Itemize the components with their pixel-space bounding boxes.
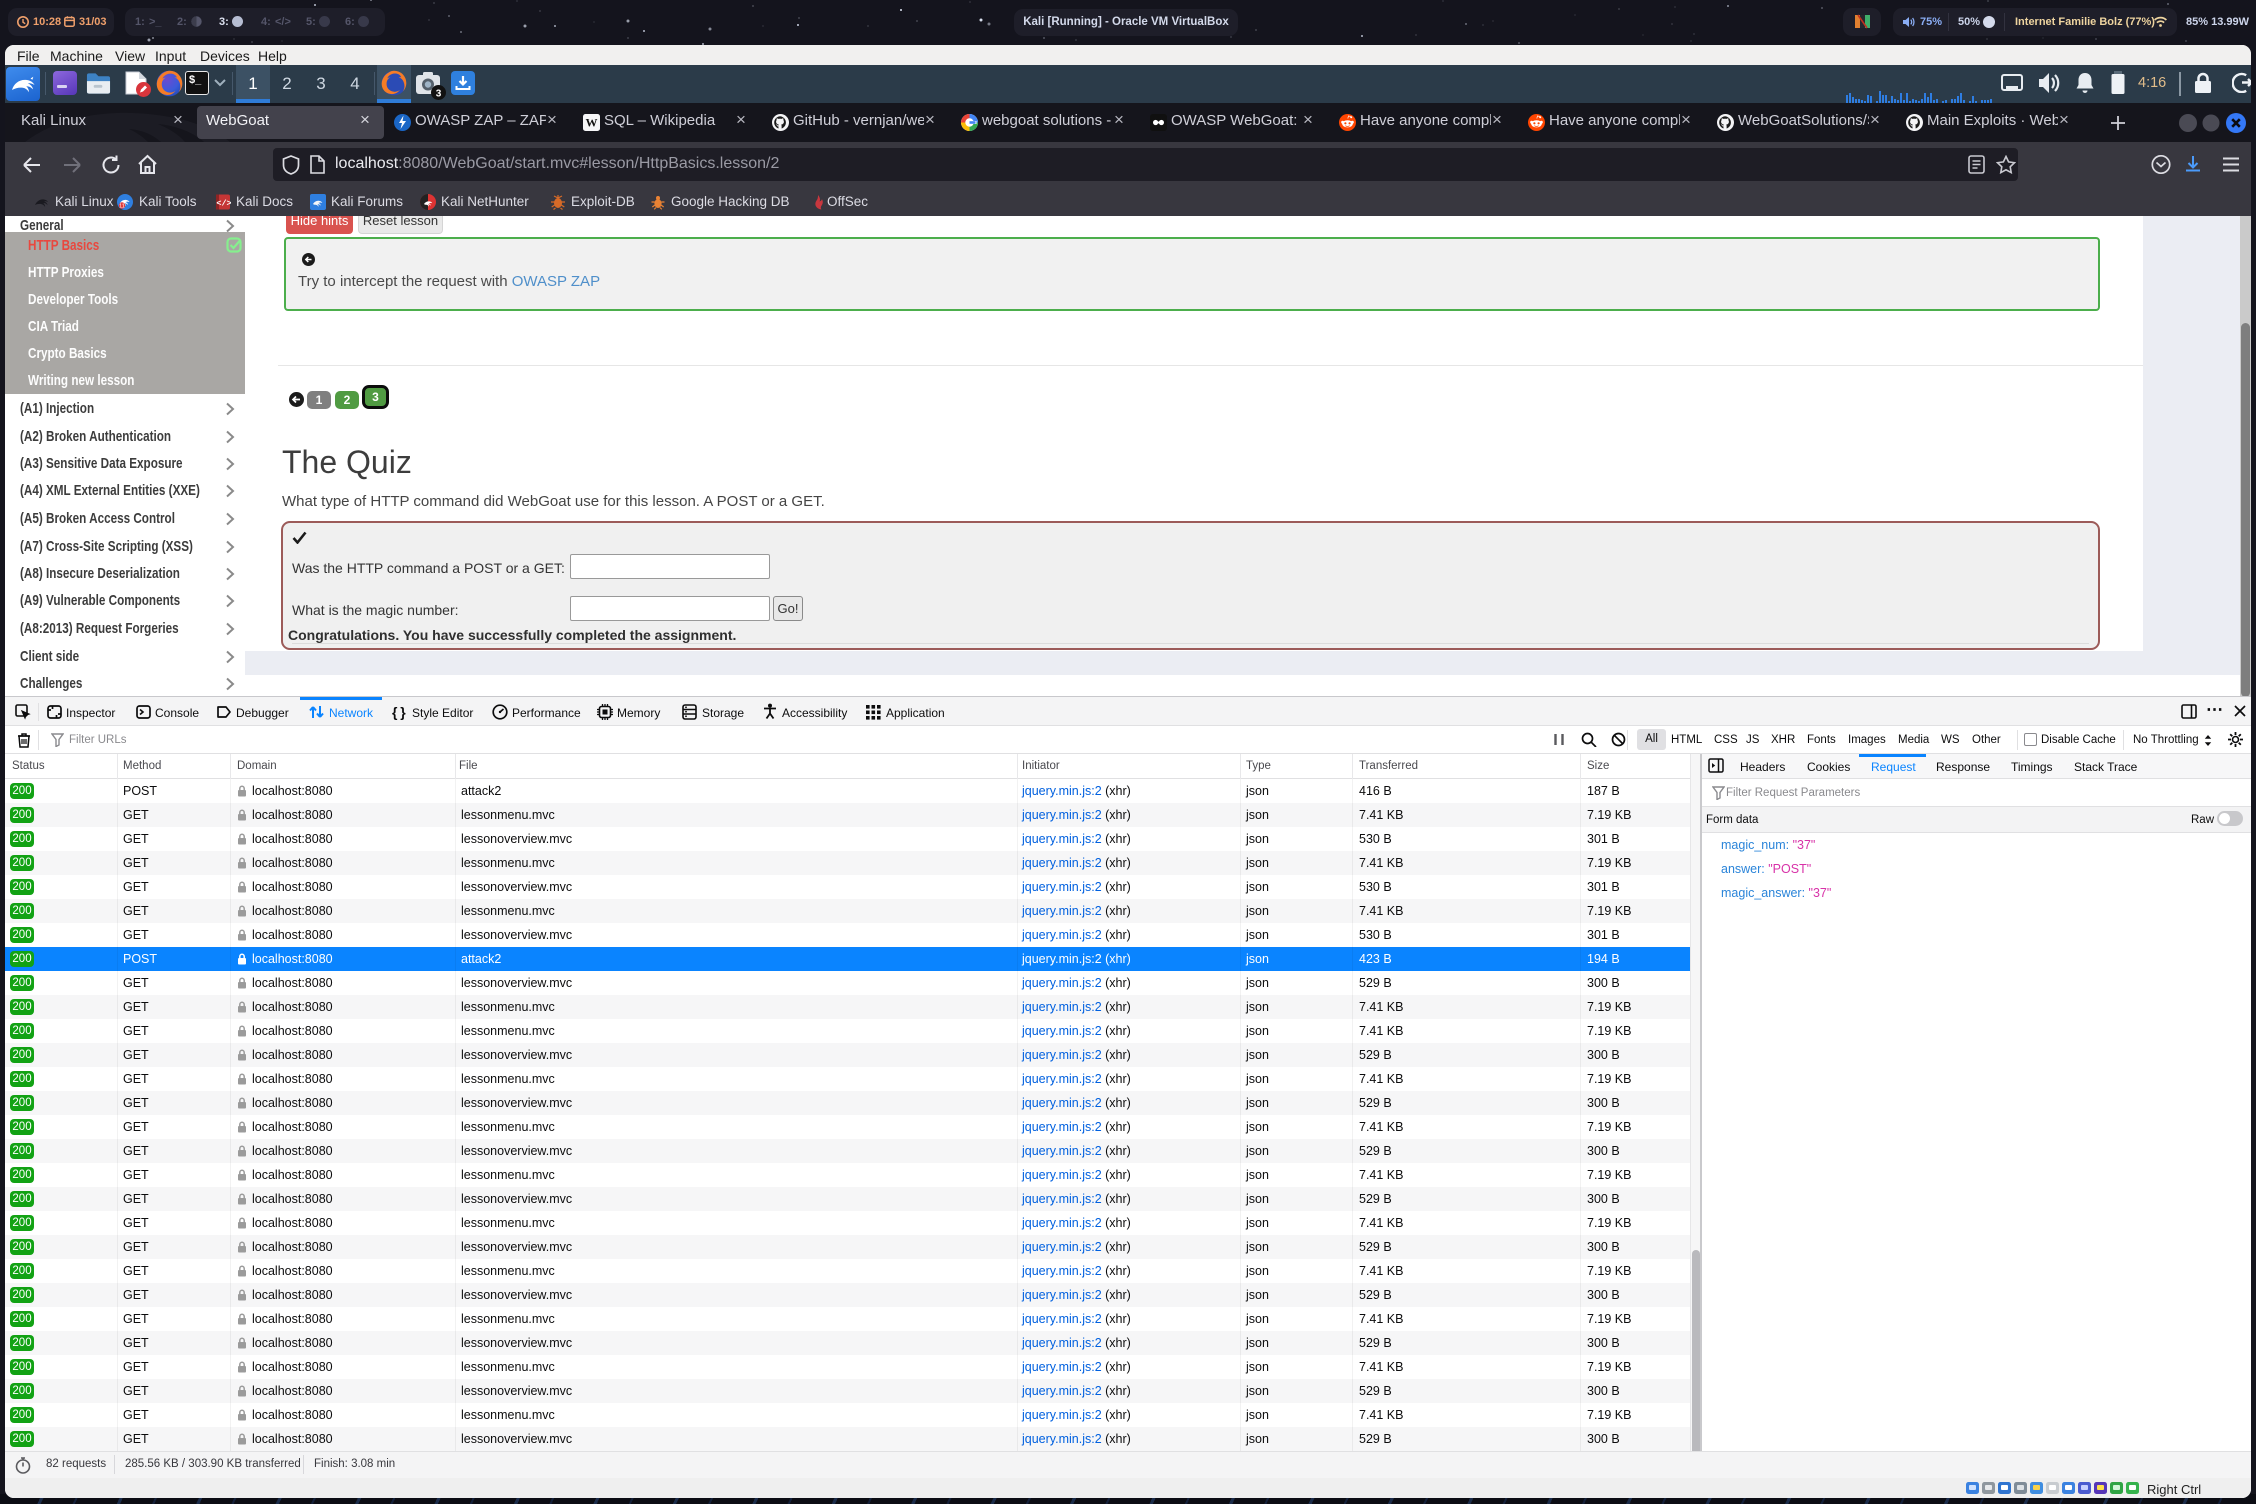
svg-text:W: W	[586, 116, 598, 130]
svg-text:3: 3	[436, 88, 442, 99]
svg-text:11: 11	[119, 204, 125, 210]
svg-text:</>: </>	[216, 199, 231, 209]
